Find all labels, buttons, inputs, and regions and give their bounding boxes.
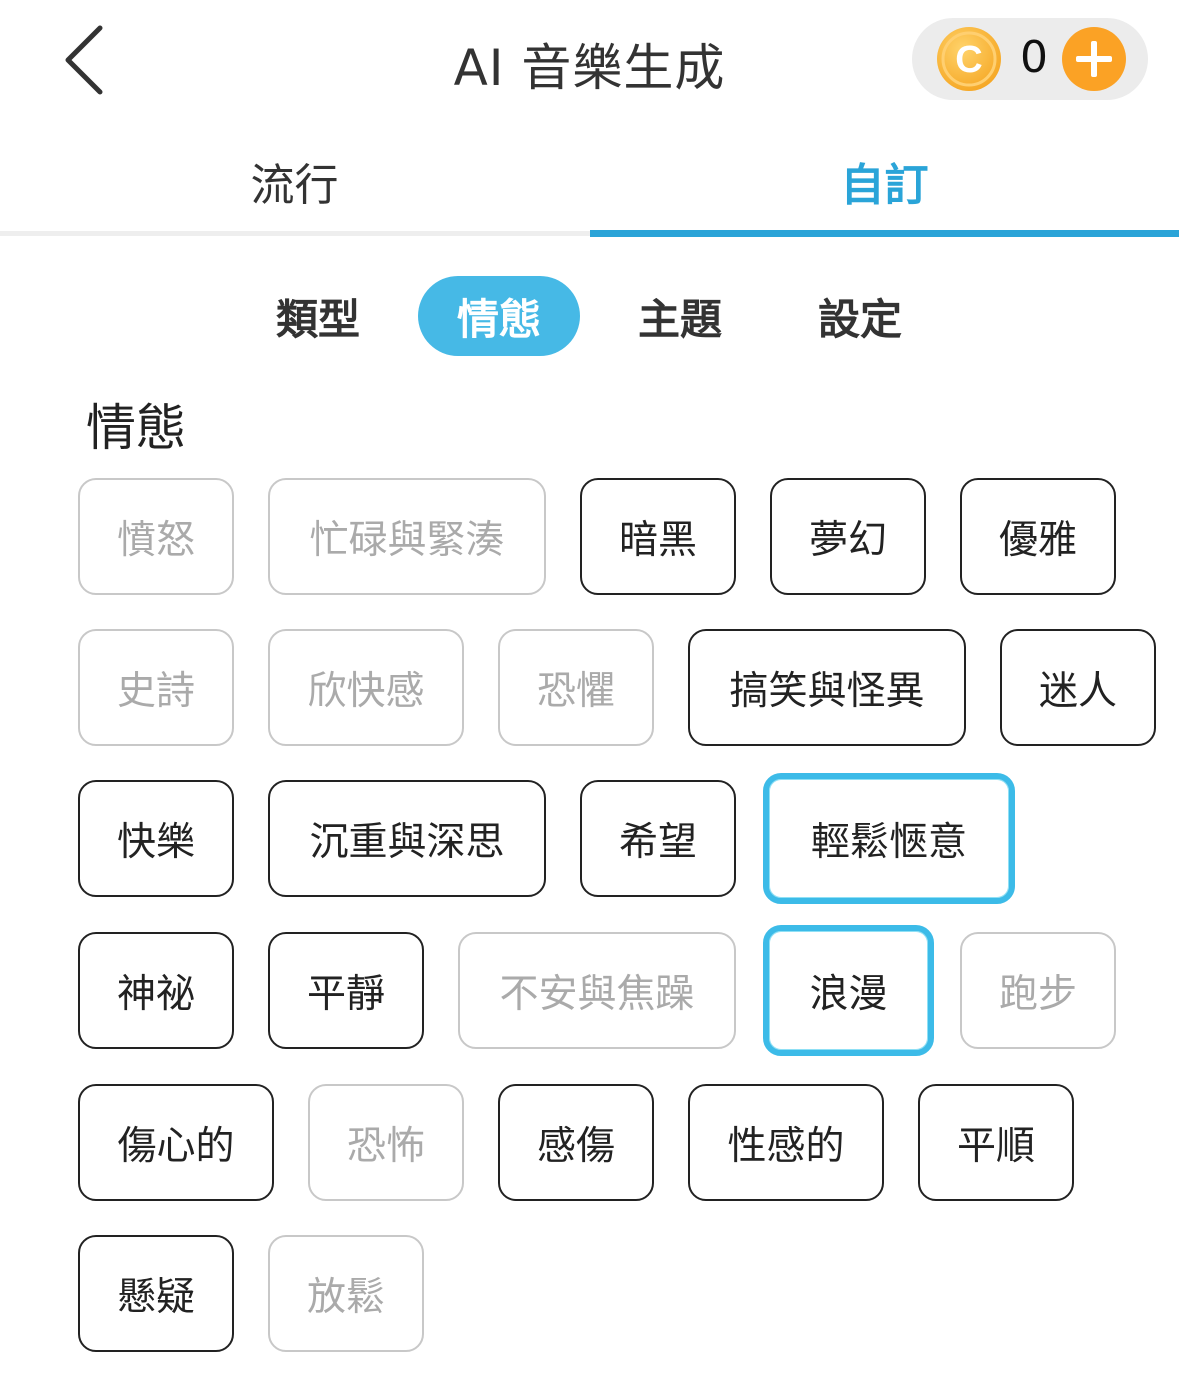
subtab-settings[interactable]: 設定	[800, 276, 920, 356]
mood-chip[interactable]: 沉重與深思	[268, 780, 546, 897]
mood-chip[interactable]: 神祕	[78, 932, 234, 1049]
mood-chip[interactable]: 搞笑與怪異	[688, 629, 966, 746]
section-title: 情態	[86, 399, 186, 457]
mood-chip[interactable]: 欣快感	[268, 629, 464, 746]
mood-chip[interactable]: 感傷	[498, 1084, 654, 1201]
mood-chip[interactable]: 輕鬆愜意	[763, 773, 1015, 904]
mood-chip[interactable]: 浪漫	[763, 925, 934, 1056]
coin-balance[interactable]: C 0	[912, 18, 1148, 100]
coin-count: 0	[1020, 32, 1048, 83]
add-coins-button[interactable]	[1062, 27, 1126, 91]
app-header: AI 音樂生成 C 0	[0, 0, 1179, 125]
mood-chip[interactable]: 恐怖	[308, 1084, 464, 1201]
mood-chip[interactable]: 夢幻	[770, 478, 926, 595]
tab-popular[interactable]: 流行	[0, 130, 589, 232]
mood-chip[interactable]: 放鬆	[268, 1235, 424, 1352]
mood-chip[interactable]: 恐懼	[498, 629, 654, 746]
tab-active-indicator	[590, 230, 1179, 237]
main-tabs: 流行 自訂	[0, 130, 1179, 240]
mood-chip[interactable]: 性感的	[688, 1084, 884, 1201]
mood-chip[interactable]: 不安與焦躁	[458, 932, 736, 1049]
mood-chip[interactable]: 史詩	[78, 629, 234, 746]
subtab-theme[interactable]: 主題	[620, 276, 740, 356]
coin-icon: C	[937, 27, 1001, 91]
mood-chip[interactable]: 希望	[580, 780, 736, 897]
mood-chip[interactable]: 快樂	[78, 780, 234, 897]
mood-chip[interactable]: 傷心的	[78, 1084, 274, 1201]
mood-chip[interactable]: 憤怒	[78, 478, 234, 595]
mood-chip[interactable]: 懸疑	[78, 1235, 234, 1352]
subtab-genre[interactable]: 類型	[258, 276, 378, 356]
mood-chip[interactable]: 忙碌與緊湊	[268, 478, 546, 595]
mood-chip[interactable]: 迷人	[1000, 629, 1156, 746]
sub-tabs: 類型 情態 主題 設定	[0, 276, 1179, 356]
mood-chip[interactable]: 優雅	[960, 478, 1116, 595]
mood-chip[interactable]: 暗黑	[580, 478, 736, 595]
subtab-mood[interactable]: 情態	[418, 276, 580, 356]
mood-chip[interactable]: 跑步	[960, 932, 1116, 1049]
mood-chip[interactable]: 平順	[918, 1084, 1074, 1201]
coin-symbol: C	[955, 39, 982, 81]
mood-chip[interactable]: 平靜	[268, 932, 424, 1049]
tab-custom[interactable]: 自訂	[590, 130, 1179, 232]
